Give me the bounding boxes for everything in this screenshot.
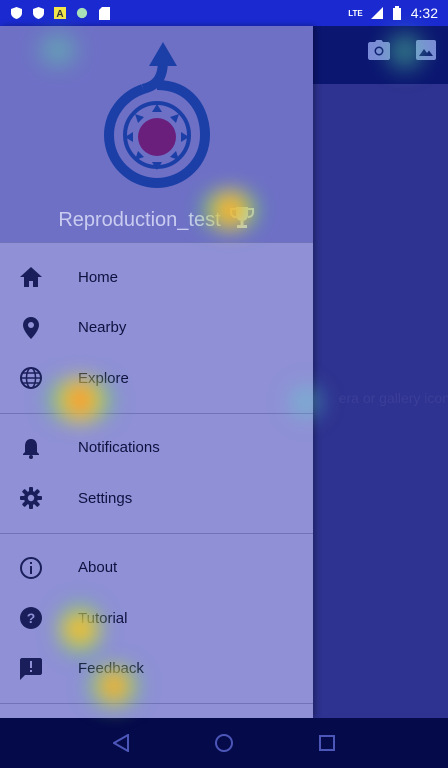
menu-item-tutorial[interactable]: ? Tutorial — [0, 593, 313, 644]
shield-icon — [32, 7, 44, 19]
menu-item-label: Settings — [78, 489, 133, 507]
svg-text:?: ? — [27, 610, 36, 626]
menu-item-feedback[interactable]: Feedback — [0, 644, 313, 695]
sd-card-icon — [98, 6, 110, 20]
menu-item-label: Nearby — [78, 319, 127, 337]
username: Reproduction_test — [58, 209, 221, 231]
divider — [0, 532, 313, 534]
help-icon: ? — [18, 605, 44, 631]
system-nav-bar — [0, 718, 448, 768]
divider — [0, 412, 313, 414]
status-bar: A LTE 4:32 — [0, 0, 448, 26]
svg-text:A: A — [56, 9, 63, 19]
home-icon — [18, 264, 44, 290]
menu-item-notifications[interactable]: Notifications — [0, 423, 313, 474]
menu-item-label: About — [78, 559, 118, 577]
battery-icon — [391, 6, 403, 20]
menu-item-explore[interactable]: Explore — [0, 353, 313, 404]
divider — [0, 703, 313, 704]
network-type: LTE — [348, 8, 363, 18]
menu-item-label: Feedback — [78, 660, 144, 678]
feedback-icon — [18, 656, 44, 682]
menu-item-label: Explore — [78, 369, 129, 387]
drawer-menu: Home Nearby Explore Notifications Settin… — [0, 242, 313, 713]
commons-logo — [95, 40, 219, 190]
bell-icon — [18, 435, 44, 461]
menu-item-label: Home — [78, 268, 119, 286]
menu-item-nearby[interactable]: Nearby — [0, 303, 313, 354]
trophy-icon[interactable] — [229, 206, 255, 235]
notification-icons: A — [10, 6, 110, 20]
shield-icon — [10, 7, 22, 19]
gallery-icon[interactable] — [416, 40, 436, 65]
menu-item-about[interactable]: About — [0, 543, 313, 594]
signal-icon — [370, 7, 383, 19]
circle-icon — [76, 7, 88, 19]
recents-icon[interactable] — [316, 732, 338, 754]
menu-item-settings[interactable]: Settings — [0, 473, 313, 524]
back-icon[interactable] — [110, 732, 132, 754]
menu-item-home[interactable]: Home — [0, 252, 313, 303]
drawer-header: Reproduction_test — [0, 26, 313, 242]
clock: 4:32 — [410, 5, 438, 21]
navigation-drawer: Reproduction_test Home Nearby Explore No… — [0, 26, 313, 718]
info-icon — [18, 555, 44, 581]
camera-icon[interactable] — [368, 40, 390, 65]
globe-icon — [18, 365, 44, 391]
location-pin-icon — [18, 315, 44, 341]
menu-item-label: Tutorial — [78, 609, 128, 627]
home-circle-icon[interactable] — [213, 732, 235, 754]
menu-item-label: Notifications — [78, 439, 160, 457]
divider — [0, 242, 313, 243]
font-a-icon: A — [54, 7, 66, 19]
gear-icon — [18, 485, 44, 511]
